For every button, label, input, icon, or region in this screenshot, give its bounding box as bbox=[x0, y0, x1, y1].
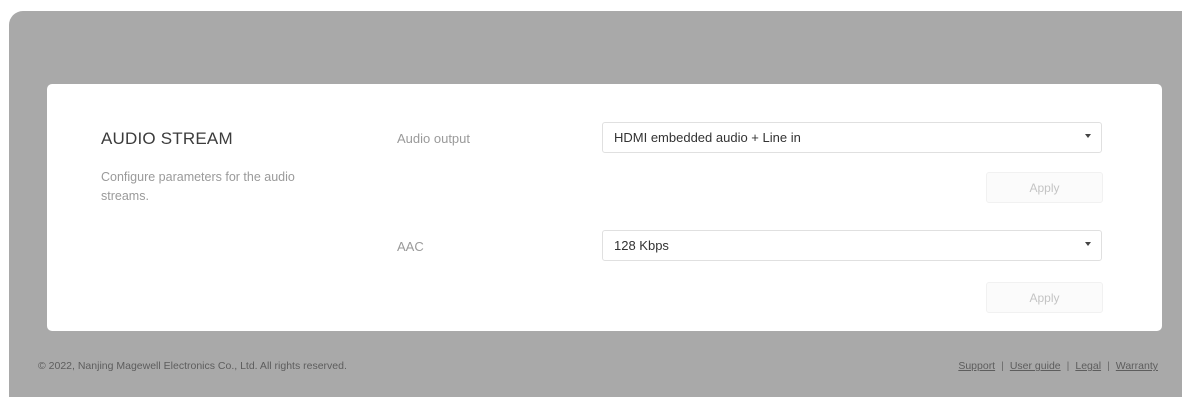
aac-apply-button[interactable]: Apply bbox=[986, 282, 1103, 313]
audio-stream-card: AUDIO STREAM Configure parameters for th… bbox=[47, 84, 1162, 331]
user-guide-link[interactable]: User guide bbox=[1010, 360, 1061, 372]
audio-output-label: Audio output bbox=[397, 131, 471, 146]
footer-copyright: © 2022, Nanjing Magewell Electronics Co.… bbox=[38, 360, 347, 372]
aac-bitrate-select[interactable]: 128 Kbps bbox=[602, 230, 1102, 261]
aac-bitrate-value: 128 Kbps bbox=[614, 238, 669, 253]
aac-label: AAC bbox=[397, 239, 424, 254]
modal-overlay-backdrop: AUDIO STREAM Configure parameters for th… bbox=[9, 11, 1182, 397]
caret-down-icon bbox=[1085, 134, 1091, 138]
footer-links: Support | User guide | Legal | Warranty bbox=[958, 360, 1158, 372]
link-separator: | bbox=[1107, 360, 1110, 372]
audio-output-value: HDMI embedded audio + Line in bbox=[614, 130, 801, 145]
warranty-link[interactable]: Warranty bbox=[1116, 360, 1158, 372]
support-link[interactable]: Support bbox=[958, 360, 995, 372]
caret-down-icon bbox=[1085, 242, 1091, 246]
section-description: Configure parameters for the audio strea… bbox=[101, 170, 295, 203]
audio-output-select[interactable]: HDMI embedded audio + Line in bbox=[602, 122, 1102, 153]
link-separator: | bbox=[1001, 360, 1004, 372]
section-title: AUDIO STREAM bbox=[101, 129, 233, 148]
audio-output-apply-button[interactable]: Apply bbox=[986, 172, 1103, 203]
link-separator: | bbox=[1066, 360, 1070, 372]
legal-link[interactable]: Legal bbox=[1075, 360, 1101, 372]
